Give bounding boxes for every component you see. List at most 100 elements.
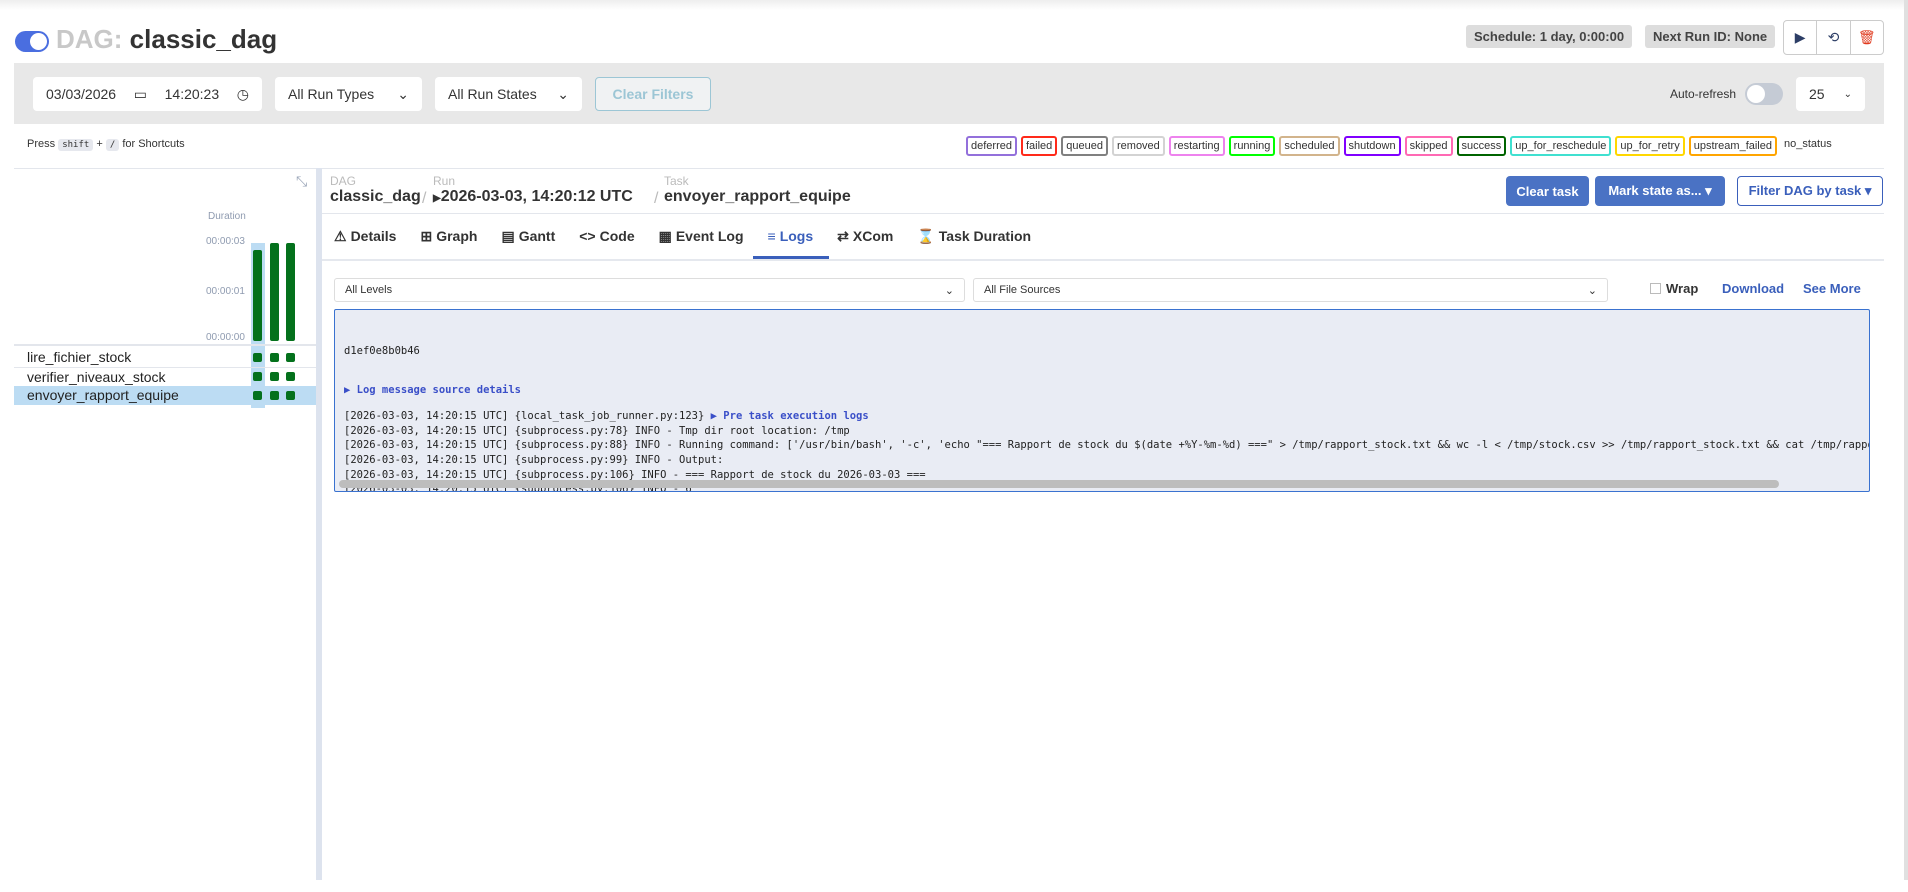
trigger-dag-icon[interactable]: ▶ bbox=[1784, 21, 1818, 54]
task-tabs: ⚠ Details ⊞ Graph ▤ Gantt <> Code ▦ Event Log ≡ Log… bbox=[334, 228, 1031, 245]
run-duration-bar[interactable] bbox=[286, 243, 295, 341]
tab-logs[interactable]: ≡ Logs bbox=[768, 228, 814, 245]
run-duration-bar[interactable] bbox=[253, 249, 262, 341]
breadcrumb-task[interactable]: Task envoyer_rapport_equipe bbox=[664, 174, 851, 206]
run-types-select[interactable]: All Run Types ⌄ bbox=[275, 77, 422, 111]
task-instance-square[interactable] bbox=[286, 353, 295, 362]
file-source-select[interactable]: All File Sources ⌄ bbox=[973, 278, 1608, 302]
legend-up_for_reschedule[interactable]: up_for_reschedule bbox=[1510, 136, 1612, 156]
page-scrollbar[interactable] bbox=[1904, 0, 1908, 880]
legend-running[interactable]: running bbox=[1228, 136, 1276, 156]
tab-xcom[interactable]: ⇄ XCom bbox=[837, 228, 893, 245]
top-shadow bbox=[0, 0, 1908, 10]
legend-up_for_retry[interactable]: up_for_retry bbox=[1615, 136, 1685, 156]
log-line: [2026-03-03, 14:20:15 UTC] {subprocess.p… bbox=[344, 424, 850, 437]
tab-gantt[interactable]: ▤ Gantt bbox=[501, 228, 555, 245]
legend-failed[interactable]: failed bbox=[1020, 136, 1058, 156]
legend-success[interactable]: success bbox=[1456, 136, 1507, 156]
task-instance-square[interactable] bbox=[253, 353, 262, 362]
task-instance-square[interactable] bbox=[286, 391, 295, 400]
mark-state-button[interactable]: Mark state as... ▾ bbox=[1595, 176, 1725, 206]
chevron-down-icon: ⌄ bbox=[397, 85, 409, 102]
task-instance-square[interactable] bbox=[253, 391, 262, 400]
tab-task-duration[interactable]: ⌛ Task Duration bbox=[917, 228, 1031, 245]
tab-details[interactable]: ⚠ Details bbox=[334, 228, 396, 245]
chevron-down-icon: ⌄ bbox=[557, 85, 569, 102]
details-icon: ⚠ bbox=[334, 228, 347, 244]
task-instance-square[interactable] bbox=[253, 372, 262, 381]
wrap-checkbox[interactable] bbox=[1650, 283, 1661, 294]
log-line: [2026-03-03, 14:20:15 UTC] {subprocess.p… bbox=[344, 439, 1870, 452]
run-duration-bar[interactable] bbox=[270, 243, 279, 341]
legend-removed[interactable]: removed bbox=[1112, 136, 1165, 156]
task-instance-square[interactable] bbox=[286, 372, 295, 381]
log-line: [2026-03-03, 14:20:15 UTC] {local_task_j… bbox=[344, 410, 869, 423]
dag-prefix: DAG: bbox=[56, 24, 123, 54]
panel-resizer[interactable] bbox=[316, 168, 322, 880]
clear-filters-button[interactable]: Clear Filters bbox=[595, 77, 711, 111]
delete-dag-icon[interactable]: 🗑 bbox=[1851, 21, 1883, 54]
dag-actions: ▶ ⟲ 🗑 bbox=[1783, 20, 1884, 55]
collapse-icon[interactable]: ⤡ bbox=[296, 173, 307, 190]
clear-task-button[interactable]: Clear task bbox=[1506, 176, 1589, 206]
see-more-link[interactable]: See More bbox=[1803, 281, 1861, 296]
clock-icon: ◷ bbox=[236, 85, 249, 102]
legend-queued[interactable]: queued bbox=[1061, 136, 1108, 156]
log-output[interactable]: d1ef0e8b0b46 ▶ Log message source detail… bbox=[334, 309, 1870, 492]
tick-label: 00:00:01 bbox=[206, 286, 245, 297]
event-log-icon: ▦ bbox=[658, 228, 672, 244]
tab-label: Task Duration bbox=[938, 228, 1032, 244]
task-instance-square[interactable] bbox=[270, 353, 279, 362]
active-tab-indicator bbox=[753, 256, 829, 259]
legend-skipped[interactable]: skipped bbox=[1404, 136, 1453, 156]
legend-no-status[interactable]: no_status bbox=[1781, 136, 1835, 156]
legend-upstream_failed[interactable]: upstream_failed bbox=[1688, 136, 1777, 156]
dag-pause-toggle[interactable] bbox=[15, 31, 49, 52]
log-level-select[interactable]: All Levels ⌄ bbox=[334, 278, 965, 302]
run-count-value: 25 bbox=[1809, 86, 1825, 102]
page-title: DAG: classic_dag bbox=[56, 24, 277, 55]
duration-label: Duration bbox=[208, 211, 246, 222]
calendar-icon: ▭ bbox=[133, 85, 147, 102]
log-id: d1ef0e8b0b46 bbox=[344, 345, 420, 357]
source-details-toggle[interactable]: ▶ Log message source details bbox=[344, 383, 1860, 398]
log-line: [2026-03-03, 14:20:15 UTC] {subprocess.p… bbox=[344, 453, 724, 466]
tab-code[interactable]: <> Code bbox=[579, 228, 634, 245]
run-states-select[interactable]: All Run States ⌄ bbox=[435, 77, 582, 111]
chevron-down-icon: ⌄ bbox=[944, 284, 954, 297]
code-icon: <> bbox=[579, 228, 596, 244]
legend-shutdown[interactable]: shutdown bbox=[1343, 136, 1401, 156]
download-link[interactable]: Download bbox=[1722, 281, 1784, 296]
chevron-down-icon: ⌄ bbox=[1843, 88, 1852, 100]
log-horizontal-scrollbar[interactable] bbox=[339, 480, 1779, 488]
run-states-value: All Run States bbox=[448, 86, 537, 102]
tab-event-log[interactable]: ▦ Event Log bbox=[659, 228, 744, 245]
tab-graph[interactable]: ⊞ Graph bbox=[420, 228, 477, 245]
base-date-input[interactable]: 03/03/2026 ▭ 14:20:23 ◷ bbox=[33, 77, 262, 111]
schedule-badge: Schedule: 1 day, 0:00:00 bbox=[1466, 25, 1633, 48]
legend-deferred[interactable]: deferred bbox=[966, 136, 1017, 156]
task-instance-square[interactable] bbox=[270, 372, 279, 381]
gantt-icon: ▤ bbox=[501, 228, 515, 244]
filter-dag-by-task-button[interactable]: Filter DAG by task ▾ bbox=[1737, 176, 1883, 206]
tab-label: Details bbox=[350, 228, 397, 244]
auto-refresh-label: Auto-refresh bbox=[1670, 87, 1737, 101]
log-group-toggle[interactable]: ▶ Pre task execution logs bbox=[711, 410, 869, 422]
state-legend: deferred failed queued removed restarting run… bbox=[966, 136, 1835, 156]
refresh-dag-icon[interactable]: ⟲ bbox=[1817, 21, 1851, 54]
run-count-select[interactable]: 25 ⌄ bbox=[1796, 77, 1865, 111]
divider bbox=[14, 344, 316, 346]
chevron-down-icon: ⌄ bbox=[1587, 284, 1597, 297]
task-instance-square[interactable] bbox=[270, 391, 279, 400]
tab-label: Graph bbox=[436, 228, 478, 244]
tab-label: Gantt bbox=[518, 228, 556, 244]
breadcrumb-dag[interactable]: DAG classic_dag bbox=[330, 174, 421, 206]
tab-label: Event Log bbox=[675, 228, 744, 244]
run-types-value: All Run Types bbox=[288, 86, 375, 102]
auto-refresh-toggle[interactable] bbox=[1745, 83, 1783, 105]
wrap-label: Wrap bbox=[1666, 281, 1699, 296]
next-run-badge: Next Run ID: None bbox=[1645, 25, 1776, 48]
breadcrumb-run[interactable]: Run ▶2026-03-03, 14:20:12 UTC bbox=[433, 174, 633, 206]
legend-restarting[interactable]: restarting bbox=[1168, 136, 1225, 156]
legend-scheduled[interactable]: scheduled bbox=[1279, 136, 1340, 156]
